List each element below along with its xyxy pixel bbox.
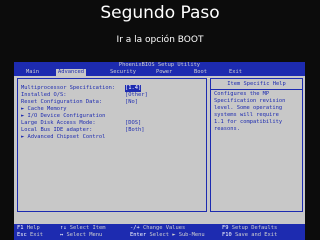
key-label: ↑↓	[60, 225, 67, 231]
key-action: Select Menu	[66, 232, 103, 238]
key-action: Change Values	[143, 225, 186, 231]
key-action: Setup Defaults	[231, 225, 278, 231]
help-text: Configures the MP Specification revision…	[214, 91, 300, 133]
key-action: Select ► Sub-Menu	[149, 232, 205, 238]
menu-main[interactable]: Main	[24, 69, 41, 76]
submenu-label[interactable]: ► Advanced Chipset Control	[21, 134, 105, 141]
menu-security[interactable]: Security	[108, 69, 138, 76]
setting-label: Multiprocessor Specification:	[21, 85, 116, 91]
key-label: F10	[222, 232, 232, 238]
setting-label: Reset Configuration Data:	[21, 99, 103, 105]
key-action: Save and Exit	[235, 232, 278, 238]
help-line: Configures the MP	[214, 91, 270, 97]
submenu-label[interactable]: ► I/O Device Configuration	[21, 113, 105, 120]
slide-subtitle: Ir a la opción BOOT	[116, 35, 204, 45]
key-label: Enter	[130, 232, 147, 238]
key-enter: Enter Select ► Sub-Menu	[130, 232, 205, 239]
setting-value[interactable]: [DOS]	[125, 120, 141, 127]
help-line: systems will require	[214, 112, 279, 118]
key-label: ↔	[60, 232, 64, 238]
submenu-label[interactable]: ► Cache Memory	[21, 106, 66, 113]
setting-row[interactable]: Large Disk Access Mode: [DOS]	[21, 120, 205, 127]
help-line: level. Some operating	[214, 105, 283, 111]
bios-title: PhoenixBIOS Setup Utility	[14, 62, 305, 69]
help-line: 1.1 for compatibility	[214, 119, 283, 125]
key-action: Exit	[30, 232, 43, 238]
key-select-menu: ↔ Select Menu	[60, 232, 102, 239]
setting-value[interactable]: [Other]	[125, 92, 148, 99]
key-action: Select Item	[69, 225, 106, 231]
setting-label: Installed O/S:	[21, 92, 67, 98]
key-save-exit: F10 Save and Exit	[222, 232, 277, 239]
settings-pane: Multiprocessor Specification: [1.4] Inst…	[17, 78, 207, 212]
setting-value[interactable]: [Both]	[125, 127, 144, 134]
bios-screenshot: PhoenixBIOS Setup Utility Main Advanced …	[14, 62, 305, 240]
key-label: -/+	[130, 225, 140, 231]
submenu-row[interactable]: ► Advanced Chipset Control	[21, 134, 205, 141]
slide-title: Segundo Paso	[100, 3, 220, 23]
setting-label: Local Bus IDE adapter:	[21, 127, 93, 133]
help-line: Specification revision	[214, 98, 286, 104]
setting-row[interactable]: Installed O/S: [Other]	[21, 92, 205, 99]
help-pane: Item Specific Help Configures the MP Spe…	[210, 78, 303, 212]
key-help: F1 Help	[17, 225, 40, 232]
submenu-row[interactable]: ► I/O Device Configuration	[21, 113, 205, 120]
setting-label: Large Disk Access Mode:	[21, 120, 96, 126]
menu-boot[interactable]: Boot	[192, 69, 209, 76]
key-change-values: -/+ Change Values	[130, 225, 185, 232]
help-title: Item Specific Help	[227, 81, 286, 87]
help-line: reasons.	[214, 126, 240, 132]
key-label: Esc	[17, 232, 27, 238]
setting-value[interactable]: [1.4]	[125, 85, 142, 92]
key-label: F9	[222, 225, 229, 231]
help-divider	[211, 89, 302, 90]
setting-row[interactable]: Reset Configuration Data: [No]	[21, 99, 205, 106]
key-legend: F1 Help ↑↓ Select Item -/+ Change Values…	[14, 224, 305, 240]
menu-advanced[interactable]: Advanced	[56, 69, 86, 76]
key-select-item: ↑↓ Select Item	[60, 225, 105, 232]
setting-row[interactable]: Local Bus IDE adapter: [Both]	[21, 127, 205, 134]
menu-exit[interactable]: Exit	[227, 69, 244, 76]
key-setup-defaults: F9 Setup Defaults	[222, 225, 277, 232]
key-label: F1	[17, 225, 24, 231]
setting-row[interactable]: Multiprocessor Specification: [1.4]	[21, 85, 205, 92]
submenu-row[interactable]: ► Cache Memory	[21, 106, 205, 113]
bios-menubar: Main Advanced Security Power Boot Exit	[14, 69, 305, 76]
setting-value[interactable]: [No]	[125, 99, 138, 106]
key-action: Help	[26, 225, 40, 231]
key-exit: Esc Exit	[17, 232, 43, 239]
menu-power[interactable]: Power	[154, 69, 174, 76]
